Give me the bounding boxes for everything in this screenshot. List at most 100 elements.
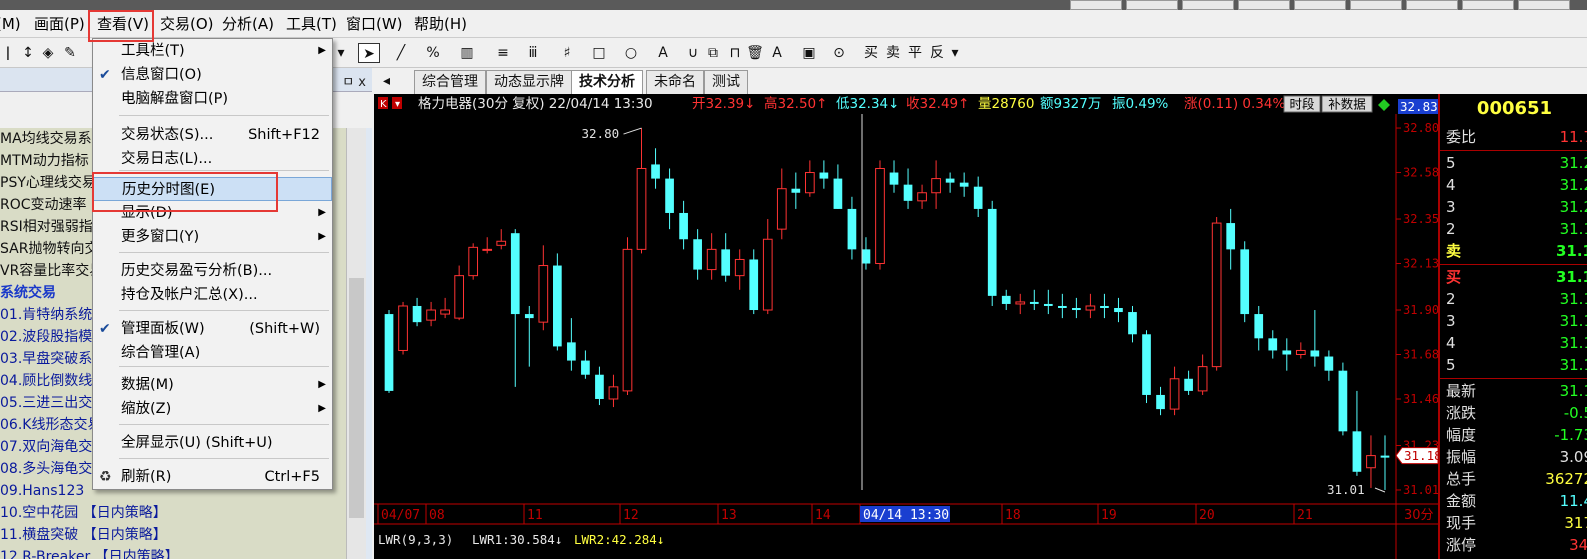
view-menu-item[interactable]: 显示(D) ▶: [93, 201, 332, 225]
window-button[interactable]: [1294, 0, 1346, 10]
top-price-label: 32.83: [1400, 99, 1438, 114]
candle-body-down: [721, 249, 731, 276]
save-icon[interactable]: ▣: [800, 43, 818, 63]
candle-body-down: [1268, 338, 1278, 351]
percent-tool-icon[interactable]: %: [422, 43, 444, 63]
view-menu-item[interactable]: 全屏显示(U) (Shift+U): [93, 431, 332, 455]
window-button[interactable]: [1126, 0, 1178, 10]
view-menu-item[interactable]: 综合管理(A): [93, 341, 332, 365]
close-position-button[interactable]: 平: [908, 43, 922, 63]
view-menu-item[interactable]: 更多窗口(Y) ▶: [93, 225, 332, 249]
window-button[interactable]: [1350, 0, 1402, 10]
candle-body-down: [987, 208, 997, 296]
y-tick-label: 31.46: [1403, 392, 1438, 406]
line-tool-icon[interactable]: ╱: [390, 43, 412, 63]
tab-scroll-left-icon[interactable]: ◂: [376, 70, 397, 94]
properties-icon[interactable]: ⊙: [830, 43, 848, 63]
candle-body-up: [496, 240, 507, 246]
check-icon: ✔: [99, 67, 111, 83]
menu-view[interactable]: 查看(V): [97, 13, 149, 35]
candle-body-down: [1338, 370, 1348, 432]
view-menu-item[interactable]: 历史交易盈亏分析(B)...: [93, 259, 332, 283]
bid-level-value: 31.1: [1559, 356, 1587, 374]
menu-separator: [119, 424, 329, 425]
candle-body-down: [1072, 308, 1081, 311]
buy-button[interactable]: 买: [864, 43, 878, 63]
tab-test[interactable]: 测试: [704, 70, 748, 94]
ask-level-label: 卖: [1446, 242, 1462, 260]
window-button[interactable]: [1182, 0, 1234, 10]
tab-untitled[interactable]: 未命名: [646, 70, 704, 94]
strategy-item[interactable]: 11.横盘突破 【日内策略】: [0, 524, 346, 546]
ask-level-value: 31.1: [1555, 242, 1587, 260]
view-menu-item[interactable]: 历史分时图(E): [93, 177, 332, 201]
fibonacci-tool-icon[interactable]: ≡: [492, 43, 514, 63]
reverse-button[interactable]: 反: [930, 43, 944, 63]
view-menu-item[interactable]: ♻ 刷新(R) Ctrl+F5: [93, 465, 332, 489]
magnet-icon[interactable]: ∪: [684, 43, 702, 63]
view-menu-item[interactable]: 缩放(Z) ▶: [93, 397, 332, 421]
quote-stat-value: 36272: [1545, 470, 1587, 488]
ask-level-label: 4: [1446, 176, 1456, 194]
arrow-tool-icon[interactable]: ↕: [18, 43, 38, 63]
strategy-item[interactable]: 10.空中花园 【日内策略】: [0, 502, 346, 524]
menu-window[interactable]: 窗口(W): [346, 13, 403, 35]
strategy-list-scrollbar[interactable]: [346, 128, 366, 559]
view-menu-item[interactable]: 电脑解盘窗口(P): [93, 87, 332, 111]
view-menu-item[interactable]: 工具栏(T) ▶: [93, 39, 332, 63]
candle-body-down: [1240, 249, 1250, 315]
window-button[interactable]: [1238, 0, 1290, 10]
tab-dynamic-board[interactable]: 动态显示牌: [486, 70, 572, 94]
view-menu-item[interactable]: 交易日志(L)...: [93, 147, 332, 171]
bid-level: 531.1: [1440, 354, 1587, 376]
window-button[interactable]: [1462, 0, 1514, 10]
menu-tools[interactable]: 工具(T): [286, 13, 337, 35]
x-tick-label: 20: [1199, 508, 1215, 523]
pointer-tool-icon[interactable]: ➤: [358, 43, 380, 63]
x-tick-label: 21: [1297, 508, 1313, 523]
candle-body-down: [889, 172, 899, 185]
view-menu-item[interactable]: ✔ 信息窗口(O): [93, 63, 332, 87]
copy-icon[interactable]: ⧉: [704, 43, 722, 63]
lock-icon[interactable]: ⊓: [726, 43, 744, 63]
rect-tool-icon[interactable]: □: [588, 43, 610, 63]
kline-chart[interactable]: K ▾ 格力电器(30分 复权) 22/04/14 13:30 开32.39↓ …: [374, 94, 1442, 559]
diamond-icon[interactable]: ◈: [38, 43, 58, 63]
view-menu-item[interactable]: ✔ 管理面板(W) (Shift+W): [93, 317, 332, 341]
menu-help[interactable]: 帮助(H): [414, 13, 467, 35]
window-button[interactable]: [1518, 0, 1570, 10]
text-tool-icon[interactable]: A: [652, 43, 674, 63]
candle-body-down: [1057, 305, 1067, 308]
view-menu-item[interactable]: 持仓及帐户汇总(X)...: [93, 283, 332, 307]
tab-management[interactable]: 综合管理: [414, 70, 486, 94]
columns-tool-icon[interactable]: ▥: [456, 43, 478, 63]
cursor-icon[interactable]: ǀ: [0, 43, 16, 63]
menu-trade[interactable]: 交易(O): [160, 13, 214, 35]
circle-tool-icon[interactable]: ○: [620, 43, 642, 63]
color-icon[interactable]: A: [768, 43, 786, 63]
view-menu-item[interactable]: 交易状态(S)... Shift+F12: [93, 123, 332, 147]
ask-level-value: 31.2: [1559, 154, 1587, 172]
toolbar-dropdown-icon[interactable]: ▾: [336, 43, 346, 63]
grid-tool-icon[interactable]: ♯: [556, 43, 578, 63]
scrollbar-thumb[interactable]: [349, 278, 364, 518]
candle-body-up: [1015, 301, 1026, 305]
menu-separator: [119, 310, 329, 311]
tab-technical-analysis[interactable]: 技术分析: [571, 70, 643, 94]
window-title-strip: [0, 0, 1587, 10]
window-button[interactable]: [1070, 0, 1122, 10]
view-menu-item[interactable]: 数据(M) ▶: [93, 373, 332, 397]
menu-screen[interactable]: 画面(P): [34, 13, 85, 35]
window-button[interactable]: [1406, 0, 1458, 10]
toolbar-more-icon[interactable]: ▾: [950, 43, 960, 63]
strategy-item[interactable]: 12.R-Breaker 【日内策略】: [0, 546, 346, 559]
high-marker: 32.80: [582, 126, 620, 141]
delete-icon[interactable]: 🗑︎: [746, 43, 764, 63]
panel-pin-close[interactable]: ㅁ x: [342, 71, 366, 90]
bar-tool-icon[interactable]: ⅲ: [522, 43, 544, 63]
check-icon: ✔: [99, 321, 111, 337]
menu-m[interactable]: (M): [0, 13, 21, 35]
menu-analysis[interactable]: 分析(A): [222, 13, 274, 35]
sell-button[interactable]: 卖: [886, 43, 900, 63]
edit-icon[interactable]: ✎: [60, 43, 80, 63]
